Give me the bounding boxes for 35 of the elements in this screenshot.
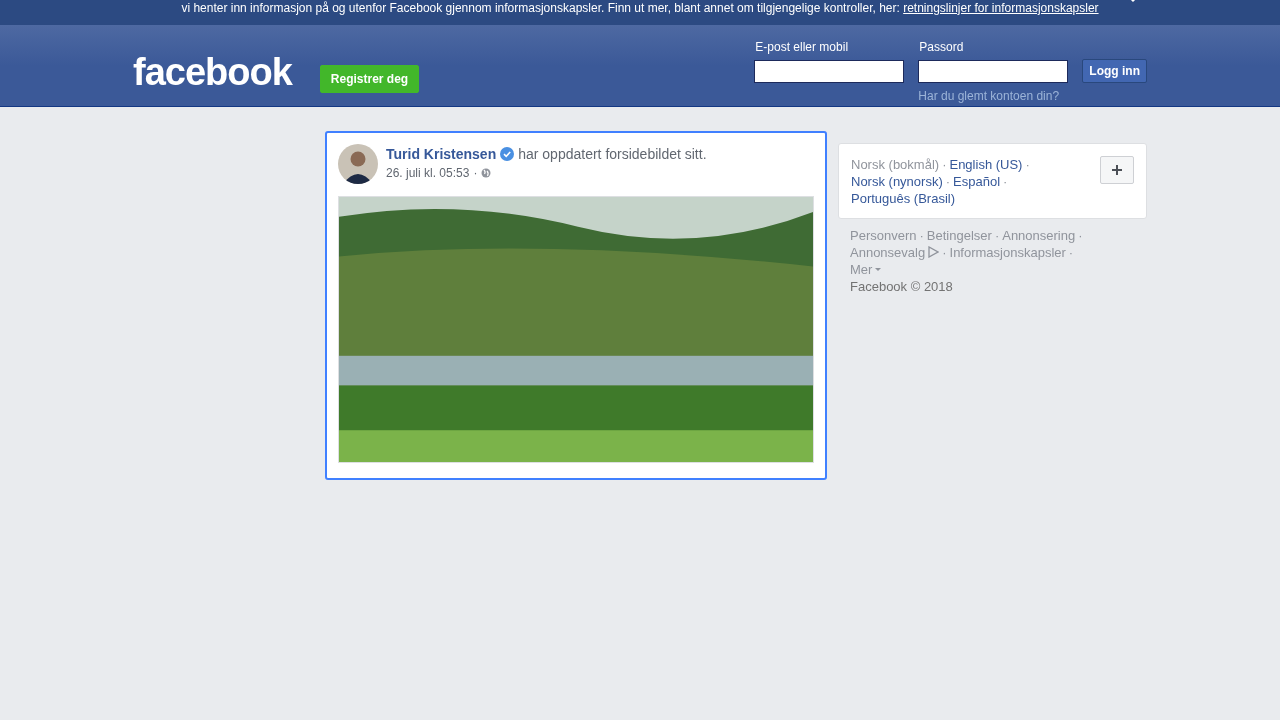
post-action-text: har oppdatert forsidebildet sitt. — [518, 146, 707, 162]
language-link[interactable]: English (US) — [949, 157, 1023, 172]
plus-icon — [1111, 164, 1123, 176]
language-link[interactable]: Norsk (nynorsk) — [851, 174, 943, 189]
separator-dot: · — [994, 228, 1000, 243]
facebook-logo[interactable]: facebook — [133, 49, 292, 95]
cookie-policy-link[interactable]: retningslinjer for informasjonskapsler — [903, 0, 1099, 15]
separator-dot: · — [919, 228, 924, 243]
cover-photo-placeholder[interactable] — [338, 196, 814, 463]
more-languages-button[interactable] — [1100, 156, 1134, 184]
password-label: Passord — [918, 39, 965, 56]
separator-dot: · — [1078, 228, 1083, 243]
post-timestamp-link[interactable]: 26. juli kl. 05:53 — [386, 166, 470, 180]
globe-icon — [481, 168, 492, 178]
copyright-text: Facebook © 2018 — [850, 278, 954, 295]
separator-dot: · — [1025, 157, 1030, 172]
forgot-account-link[interactable]: Har du glemt kontoen din? — [918, 89, 1069, 103]
email-input[interactable] — [754, 60, 905, 83]
language-link[interactable]: Português (Brasil) — [851, 191, 956, 206]
separator-dot: · — [942, 245, 947, 260]
author-name-link[interactable]: Turid Kristensen — [386, 146, 497, 162]
caret-icon — [875, 268, 882, 272]
avatar — [338, 144, 378, 184]
email-label: E-post eller mobil — [754, 39, 850, 56]
current-language: Norsk (bokmål) — [851, 157, 940, 172]
separator-dot: · — [1003, 174, 1008, 189]
login-button[interactable]: Logg inn — [1082, 59, 1147, 83]
language-link[interactable]: Español — [953, 174, 1001, 189]
cookie-notice-text: vi henter inn informasjon på og utenfor Facebook gjennom informasjonskapsler. Finn ut mer, blant annet om tilgjengelige kontroller, her: retningslinjer for informasjonskapsler — [181, 1, 1099, 14]
play-triangle-icon — [927, 246, 940, 258]
separator-dot: · — [942, 157, 947, 172]
separator-dot: · — [473, 166, 478, 180]
password-input[interactable] — [918, 60, 1069, 83]
separator-dot: · — [945, 174, 951, 189]
separator-dot: · — [1068, 245, 1074, 260]
